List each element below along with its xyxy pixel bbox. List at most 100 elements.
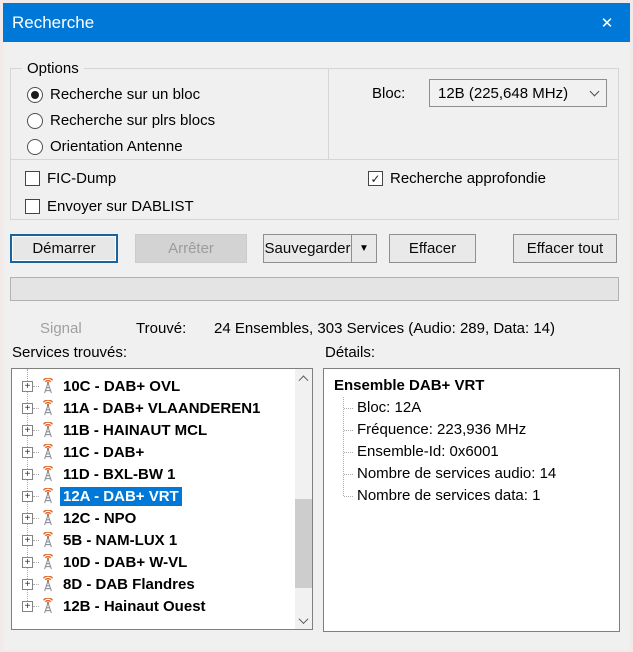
tree-item[interactable]: +11B - HAINAUT MCL: [12, 419, 295, 441]
antenna-icon: [40, 597, 56, 614]
tree-item-label[interactable]: 10C - DAB+ OVL: [60, 377, 183, 396]
tree-item-label[interactable]: 10D - DAB+ W-VL: [60, 553, 190, 572]
tree-item-label[interactable]: 11A - DAB+ VLAANDEREN1: [60, 399, 263, 418]
antenna-icon: [40, 575, 56, 592]
tree-item[interactable]: +11A - DAB+ VLAANDEREN1: [12, 397, 295, 419]
options-group-label: Options: [22, 60, 84, 77]
tree-stub: [33, 473, 39, 475]
radio-search-multi-blocks[interactable]: Recherche sur plrs blocs: [27, 112, 215, 129]
detail-line: Nombre de services data: 1: [343, 485, 619, 507]
radio-off-icon[interactable]: [27, 112, 43, 129]
tree-stub: [33, 407, 39, 409]
chevron-down-icon: [589, 86, 600, 97]
tree-stub: [33, 451, 39, 453]
antenna-icon: [40, 509, 56, 526]
scroll-down-button[interactable]: [295, 612, 312, 629]
tree-item-label[interactable]: 11C - DAB+: [60, 443, 147, 462]
tree-stub: [33, 385, 39, 387]
scrollbar-thumb[interactable]: [295, 499, 312, 588]
ensemble-title: Ensemble DAB+ VRT: [334, 377, 485, 394]
detail-line: Ensemble-Id: 0x6001: [343, 441, 619, 463]
tree-item[interactable]: +10D - DAB+ W-VL: [12, 551, 295, 573]
signal-label: Signal: [40, 320, 82, 337]
expand-icon[interactable]: +: [22, 534, 33, 546]
tree-item-label[interactable]: 5B - NAM-LUX 1: [60, 531, 180, 550]
close-button[interactable]: ✕: [584, 3, 630, 42]
tree-item[interactable]: +5B - NAM-LUX 1: [12, 529, 295, 551]
antenna-icon: [40, 487, 56, 504]
radio-label: Orientation Antenne: [50, 138, 183, 155]
services-treeview[interactable]: +10C - DAB+ OVL +11A - DAB+ VLAANDEREN1 …: [11, 368, 313, 630]
chevron-down-icon: [298, 614, 309, 625]
checkbox-unchecked-icon[interactable]: [25, 199, 40, 214]
detail-line: Bloc: 12A: [343, 397, 619, 419]
checkbox-label: Recherche approfondie: [390, 170, 546, 187]
expand-icon[interactable]: +: [22, 468, 33, 480]
clear-all-button[interactable]: Effacer tout: [513, 234, 617, 263]
expand-icon[interactable]: +: [22, 512, 33, 524]
save-split-button[interactable]: Sauvegarder ▼: [263, 234, 377, 263]
tree-item[interactable]: +10C - DAB+ OVL: [12, 375, 295, 397]
checkbox-unchecked-icon[interactable]: [25, 171, 40, 186]
tree-item-label[interactable]: 11B - HAINAUT MCL: [60, 421, 210, 440]
tree-item[interactable]: +12C - NPO: [12, 507, 295, 529]
tree-item-label[interactable]: 8D - DAB Flandres: [60, 575, 198, 594]
scrollbar[interactable]: [295, 369, 312, 629]
clear-button[interactable]: Effacer: [389, 234, 476, 263]
expand-icon[interactable]: +: [22, 556, 33, 568]
progress-bar: [10, 277, 619, 301]
antenna-icon: [40, 465, 56, 482]
antenna-icon: [40, 377, 56, 394]
checkbox-deep-search[interactable]: ✓ Recherche approfondie: [368, 170, 546, 187]
tree-item[interactable]: +8D - DAB Flandres: [12, 573, 295, 595]
detail-line: Fréquence: 223,936 MHz: [343, 419, 619, 441]
radio-on-icon[interactable]: [27, 86, 43, 103]
options-horizontal-divider: [10, 159, 619, 160]
expand-icon[interactable]: +: [22, 490, 33, 502]
antenna-icon: [40, 553, 56, 570]
tree-stub: [33, 539, 39, 541]
scroll-up-button[interactable]: [295, 369, 312, 386]
checkbox-checked-icon[interactable]: ✓: [368, 171, 383, 186]
chevron-up-icon: [298, 375, 309, 386]
tree-item-label[interactable]: 12A - DAB+ VRT: [60, 486, 182, 506]
expand-icon[interactable]: +: [22, 380, 33, 392]
window-title: Recherche: [12, 12, 95, 32]
antenna-icon: [40, 443, 56, 460]
search-dialog: Recherche ✕ Options Recherche sur un blo…: [0, 0, 633, 652]
radio-label: Recherche sur un bloc: [50, 86, 201, 103]
expand-icon[interactable]: +: [22, 600, 33, 612]
expand-icon[interactable]: +: [22, 402, 33, 414]
tree-stub: [33, 517, 39, 519]
details-label: Détails:: [325, 344, 376, 361]
services-found-label: Services trouvés:: [12, 344, 128, 361]
tree-item[interactable]: +11D - BXL-BW 1: [12, 463, 295, 485]
close-icon: ✕: [600, 14, 614, 32]
tree-stub: [33, 605, 39, 607]
bloc-label: Bloc:: [372, 85, 406, 102]
tree-item-label[interactable]: 11D - BXL-BW 1: [60, 465, 179, 484]
checkbox-fic-dump[interactable]: FIC-Dump: [25, 170, 116, 187]
bloc-dropdown[interactable]: 12B (225,648 MHz): [429, 79, 607, 107]
triangle-down-icon: ▼: [359, 243, 369, 254]
tree-stub: [33, 429, 39, 431]
bloc-dropdown-value: 12B (225,648 MHz): [438, 84, 569, 102]
tree-item[interactable]: +11C - DAB+: [12, 441, 295, 463]
tree-item-selected[interactable]: +12A - DAB+ VRT: [12, 485, 295, 507]
expand-icon[interactable]: +: [22, 424, 33, 436]
antenna-icon: [40, 399, 56, 416]
tree-item[interactable]: +12B - Hainaut Ouest: [12, 595, 295, 617]
radio-search-one-block[interactable]: Recherche sur un bloc: [27, 86, 200, 103]
expand-icon[interactable]: +: [22, 446, 33, 458]
radio-antenna-orientation[interactable]: Orientation Antenne: [27, 138, 183, 155]
save-dropdown-arrow[interactable]: ▼: [351, 235, 376, 262]
details-tree: Bloc: 12A Fréquence: 223,936 MHz Ensembl…: [343, 397, 619, 507]
antenna-icon: [40, 531, 56, 548]
tree-item-label[interactable]: 12C - NPO: [60, 509, 139, 528]
title-bar[interactable]: Recherche ✕: [3, 3, 630, 42]
expand-icon[interactable]: +: [22, 578, 33, 590]
checkbox-send-dablist[interactable]: Envoyer sur DABLIST: [25, 198, 194, 215]
start-button[interactable]: Démarrer: [10, 234, 118, 263]
radio-off-icon[interactable]: [27, 138, 43, 155]
tree-item-label[interactable]: 12B - Hainaut Ouest: [60, 597, 209, 616]
